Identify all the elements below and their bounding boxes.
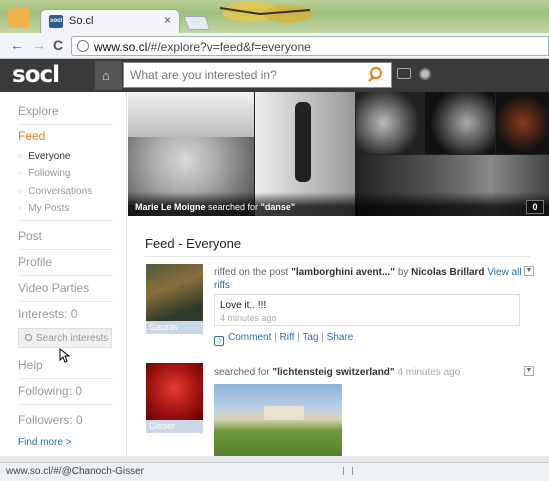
butterfly-decoration — [219, 2, 312, 23]
author-link[interactable]: Nicolas Brillard — [411, 267, 484, 278]
search-icon[interactable] — [370, 67, 382, 79]
comment-icon: :) — [214, 336, 224, 346]
new-tab-button[interactable] — [183, 16, 211, 30]
mouse-cursor-icon — [59, 348, 70, 363]
browser-tab[interactable]: socl So.cl × — [40, 9, 180, 33]
explore-banner[interactable]: Marie Le Moigne searched for "danse" 0 — [128, 92, 549, 216]
avatar[interactable]: Gisser — [146, 363, 203, 433]
post-actions: :) Comment | Riff | Tag | Share — [214, 332, 353, 346]
avatar-photo — [146, 363, 203, 420]
home-button[interactable]: ⌂ — [95, 61, 122, 90]
banner-caption: Marie Le Moigne searched for "danse" — [135, 202, 296, 212]
browser-toolbar: ← → C www.so.cl/#/explore?v=feed&f=every… — [0, 33, 549, 59]
feed-filter-conversations[interactable]: Conversations — [18, 186, 92, 197]
socl-logo[interactable]: socl — [12, 62, 60, 88]
post-menu-chevron-icon[interactable]: ▼ — [524, 266, 534, 276]
comment-text: Love it.. !!! — [220, 300, 267, 311]
avatar-name[interactable]: Gisser — [149, 421, 175, 431]
tag-button[interactable]: Tag — [302, 332, 318, 343]
banner-photo-dancer-2[interactable] — [425, 92, 495, 154]
banner-count-badge[interactable]: 0 — [526, 200, 544, 214]
find-more-link[interactable]: Find more > — [18, 437, 72, 448]
back-arrow-icon[interactable]: ← — [10, 37, 24, 53]
socl-favicon-icon: socl — [49, 15, 63, 28]
banner-photo-dancer-1[interactable] — [356, 92, 424, 154]
comment-time: 4 minutes ago — [220, 313, 277, 323]
feed-title: Feed - Everyone — [145, 236, 242, 251]
address-url: www.so.cl/#/explore?v=feed&f=everyone — [94, 40, 311, 54]
tab-title: So.cl — [69, 15, 94, 27]
site-header: socl ⌂ — [0, 59, 549, 92]
feed-filter-my-posts[interactable]: My Posts — [18, 203, 69, 214]
sidebar-item-explore[interactable]: Explore — [18, 104, 113, 125]
search-query-link[interactable]: "lichtensteig switzerland" — [272, 367, 394, 378]
reload-icon[interactable]: C — [53, 37, 63, 53]
browser-status-bar: www.so.cl/#/@Chanoch-Gisser — [0, 462, 549, 481]
address-bar[interactable]: www.so.cl/#/explore?v=feed&f=everyone — [71, 36, 549, 56]
share-button[interactable]: Share — [327, 332, 354, 343]
sidebar-item-following[interactable]: Following: 0 — [18, 384, 113, 405]
post-menu-chevron-icon[interactable]: ▼ — [524, 366, 534, 376]
feed-divider — [145, 256, 530, 257]
banner-photo-dancer-3[interactable] — [496, 92, 549, 154]
left-sidebar: Explore Feed Everyone Following Conversa… — [0, 92, 127, 462]
status-url: www.so.cl/#/@Chanoch-Gisser — [6, 466, 144, 477]
page-globe-icon — [77, 40, 89, 52]
feed-filter-following[interactable]: Following — [18, 168, 70, 179]
sidebar-item-followers[interactable]: Followers: 0 — [18, 413, 113, 433]
post-image-landscape[interactable] — [214, 384, 342, 462]
riff-button[interactable]: Riff — [280, 332, 295, 343]
messages-icon[interactable] — [397, 68, 411, 79]
notifications-globe-icon[interactable] — [419, 68, 431, 80]
post-title-link[interactable]: "lamborghini avent..." — [291, 267, 395, 278]
feed-panel: Feed - Everyone Gaurav riffed on the pos… — [128, 216, 549, 462]
comment-box: Love it.. !!! 4 minutes ago — [214, 294, 520, 326]
comment-button[interactable]: Comment — [228, 332, 271, 343]
sidebar-item-feed[interactable]: Feed — [18, 129, 113, 149]
sidebar-item-post[interactable]: Post — [18, 229, 113, 250]
avatar-photo — [146, 264, 203, 321]
avatar[interactable]: Gaurav — [146, 264, 203, 334]
feed-filter-everyone[interactable]: Everyone — [18, 151, 70, 162]
activity-text: riffed on the post "lamborghini avent...… — [214, 267, 522, 291]
home-icon: ⌂ — [102, 68, 110, 83]
resize-grip-icon[interactable] — [343, 467, 353, 475]
sidebar-item-video-parties[interactable]: Video Parties — [18, 281, 113, 302]
browser-titlebar: socl So.cl × — [0, 0, 549, 33]
sidebar-item-interests[interactable]: Interests: 0 — [18, 307, 113, 327]
search-box — [123, 62, 392, 88]
forward-arrow-icon[interactable]: → — [32, 37, 46, 53]
browser-profile-icon — [8, 8, 30, 28]
avatar-name[interactable]: Gaurav — [149, 322, 179, 332]
search-input[interactable] — [130, 68, 360, 82]
search-icon — [25, 334, 32, 341]
search-interests-field[interactable]: Search interests — [18, 328, 112, 348]
search-interests-placeholder: Search interests — [36, 333, 109, 344]
sidebar-divider — [18, 220, 113, 221]
sidebar-item-profile[interactable]: Profile — [18, 255, 113, 276]
activity-text: searched for "lichtensteig switzerland" … — [214, 367, 461, 378]
tab-close-icon[interactable]: × — [164, 13, 171, 27]
